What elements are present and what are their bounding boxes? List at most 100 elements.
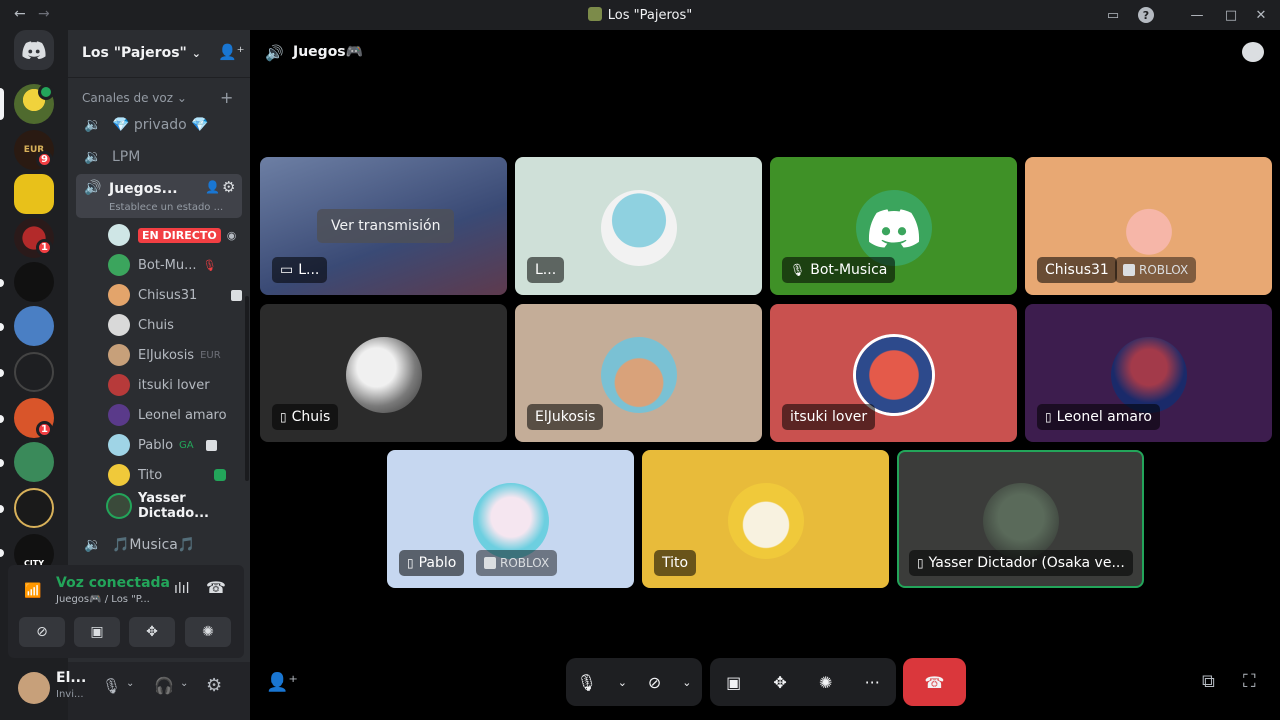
server-icon-yellow[interactable]: [14, 174, 54, 214]
voice-status[interactable]: Voz conectada: [56, 575, 170, 591]
disconnect-icon[interactable]: ☎: [206, 578, 226, 597]
member-eljukosis[interactable]: ElJukosis EUR: [108, 341, 248, 369]
speaker-icon: 🔉: [84, 117, 102, 133]
member-bot-musica[interactable]: Bot-Mu... 🎙: [108, 251, 248, 279]
soundboard-button[interactable]: ✺: [185, 617, 231, 647]
participant-avatar: [601, 190, 677, 266]
avatar: [108, 284, 130, 306]
member-chuis[interactable]: Chuis: [108, 311, 248, 339]
participant-tile-tito[interactable]: Tito: [642, 450, 889, 588]
member-itsuki-lover[interactable]: itsuki lover: [108, 371, 248, 399]
signal-icon[interactable]: 📶: [24, 583, 41, 599]
more-icon[interactable]: ···: [865, 673, 880, 692]
add-channel-icon[interactable]: +: [220, 88, 233, 107]
stream-tile[interactable]: Ver transmisión ▭ L...: [260, 157, 507, 295]
member-pablo[interactable]: Pablo GA: [108, 431, 248, 459]
discord-home-button[interactable]: [14, 30, 54, 70]
avatar: [108, 434, 130, 456]
tile-label: ▯ Pablo: [399, 550, 465, 576]
participant-tile-pablo[interactable]: ▯ Pablo ROBLOX: [387, 450, 634, 588]
avatar: [108, 344, 130, 366]
chevron-down-icon[interactable]: ⌄: [126, 678, 134, 689]
tile-label: ▯ Yasser Dictador (Osaka ve...: [909, 550, 1133, 576]
channel-lpm[interactable]: 🔉 LPM: [76, 142, 242, 172]
camera-off-button[interactable]: ⊘: [19, 617, 65, 647]
inbox-icon[interactable]: ▭: [1104, 6, 1122, 24]
user-avatar[interactable]: [18, 672, 50, 704]
channel-status[interactable]: Establece un estado ...: [109, 202, 223, 213]
server-name: Los "Pajeros" ⌄: [82, 45, 201, 61]
member-yasser[interactable]: Yasser Dictado...: [108, 491, 248, 521]
help-icon[interactable]: ?: [1138, 7, 1154, 23]
fullscreen-icon[interactable]: ⛶: [1243, 671, 1256, 692]
soundboard-icon[interactable]: ✺: [819, 673, 832, 692]
avatar: [108, 254, 130, 276]
participant-tile-bot-musica[interactable]: 🎙 Bot-Musica: [770, 157, 1017, 295]
microphone-icon[interactable]: 🎙: [102, 677, 121, 695]
member-stream[interactable]: EN DIRECTO ◉: [108, 221, 248, 249]
user-name[interactable]: El...: [56, 670, 86, 686]
channel-juegos[interactable]: 🔊 Juegos... Establece un estado ... 👤 ⚙: [76, 174, 242, 218]
server-icon-anime[interactable]: [14, 442, 54, 482]
settings-gear-icon[interactable]: ⚙: [206, 675, 222, 696]
leave-call-button[interactable]: ☎: [903, 658, 966, 706]
server-icon-cat[interactable]: [14, 352, 54, 392]
participant-tile-eljukosis[interactable]: ElJukosis: [515, 304, 762, 442]
server-icon-face[interactable]: [14, 306, 54, 346]
muted-mic-icon: 🎙: [790, 263, 806, 277]
chevron-down-icon[interactable]: ⌄: [180, 678, 188, 689]
tile-label: 🎙 Bot-Musica: [782, 257, 896, 283]
channel-privado[interactable]: 🔉 💎 privado 💎: [76, 110, 242, 140]
gear-icon[interactable]: ⚙: [222, 178, 235, 196]
server-icon-dark[interactable]: [14, 262, 54, 302]
camera-off-icon[interactable]: ⊘: [648, 673, 661, 692]
maximize-icon[interactable]: □: [1222, 6, 1240, 24]
noise-suppression-icon[interactable]: ılıl: [174, 581, 190, 597]
participant-avatar: [983, 483, 1059, 559]
pop-out-icon[interactable]: ⧉: [1202, 671, 1215, 692]
participant-tile-chisus31[interactable]: Chisus31 ROBLOX: [1025, 157, 1272, 295]
mobile-icon: ▯: [407, 556, 414, 570]
speaker-icon: 🔉: [84, 537, 102, 553]
channel-musica[interactable]: 🔉 🎵Musica🎵: [76, 530, 242, 560]
member-chisus31[interactable]: Chisus31: [108, 281, 248, 309]
share-screen-button[interactable]: ▣: [74, 617, 120, 647]
activities-button[interactable]: ✥: [129, 617, 175, 647]
participant-tile-leonel-amaro[interactable]: ▯ Leonel amaro: [1025, 304, 1272, 442]
participant-avatar: [601, 337, 677, 413]
activities-icon[interactable]: ✥: [773, 673, 786, 692]
speaker-active-icon: 🔊: [84, 180, 102, 196]
server-icon-hex[interactable]: [14, 488, 54, 528]
chevron-down-icon[interactable]: ⌄: [618, 676, 627, 689]
minimize-icon[interactable]: —: [1188, 6, 1206, 24]
member-leonel-amaro[interactable]: Leonel amaro: [108, 401, 248, 429]
add-member-icon[interactable]: 👤⁺: [218, 43, 245, 61]
headphones-icon[interactable]: 🎧: [154, 676, 174, 695]
participant-tile[interactable]: L...: [515, 157, 762, 295]
member-tito[interactable]: Tito: [108, 461, 248, 489]
watch-stream-button[interactable]: Ver transmisión: [317, 209, 455, 243]
mobile-icon: ▯: [1045, 410, 1052, 424]
participant-avatar: [856, 190, 932, 266]
sidebar-scrollbar[interactable]: [245, 296, 249, 481]
mobile-icon: ▯: [280, 410, 287, 424]
participant-tile-chuis[interactable]: ▯ Chuis: [260, 304, 507, 442]
chat-bubble-icon[interactable]: [1242, 42, 1264, 62]
close-icon[interactable]: ✕: [1252, 6, 1270, 24]
voice-category-header[interactable]: Canales de voz ⌄: [82, 91, 187, 105]
participant-tile-yasser[interactable]: ▯ Yasser Dictador (Osaka ve...: [897, 450, 1144, 588]
participant-tile-itsuki-lover[interactable]: itsuki lover: [770, 304, 1017, 442]
participant-avatar: [728, 483, 804, 559]
screen-share-icon[interactable]: ▣: [726, 673, 741, 692]
tile-label: itsuki lover: [782, 404, 876, 430]
microphone-icon[interactable]: 🎙: [576, 673, 596, 692]
chevron-down-icon[interactable]: ⌄: [682, 676, 691, 689]
server-badge: 9: [36, 151, 53, 168]
invite-icon[interactable]: 👤: [205, 180, 220, 194]
server-header[interactable]: Los "Pajeros" ⌄ 👤⁺: [68, 30, 250, 78]
voice-location[interactable]: Juegos🎮 / Los "P...: [56, 594, 150, 605]
invite-people-icon[interactable]: 👤⁺: [266, 672, 298, 693]
avatar: [108, 464, 130, 486]
avatar: [108, 404, 130, 426]
camera-off-icon: ⊘: [36, 624, 48, 640]
